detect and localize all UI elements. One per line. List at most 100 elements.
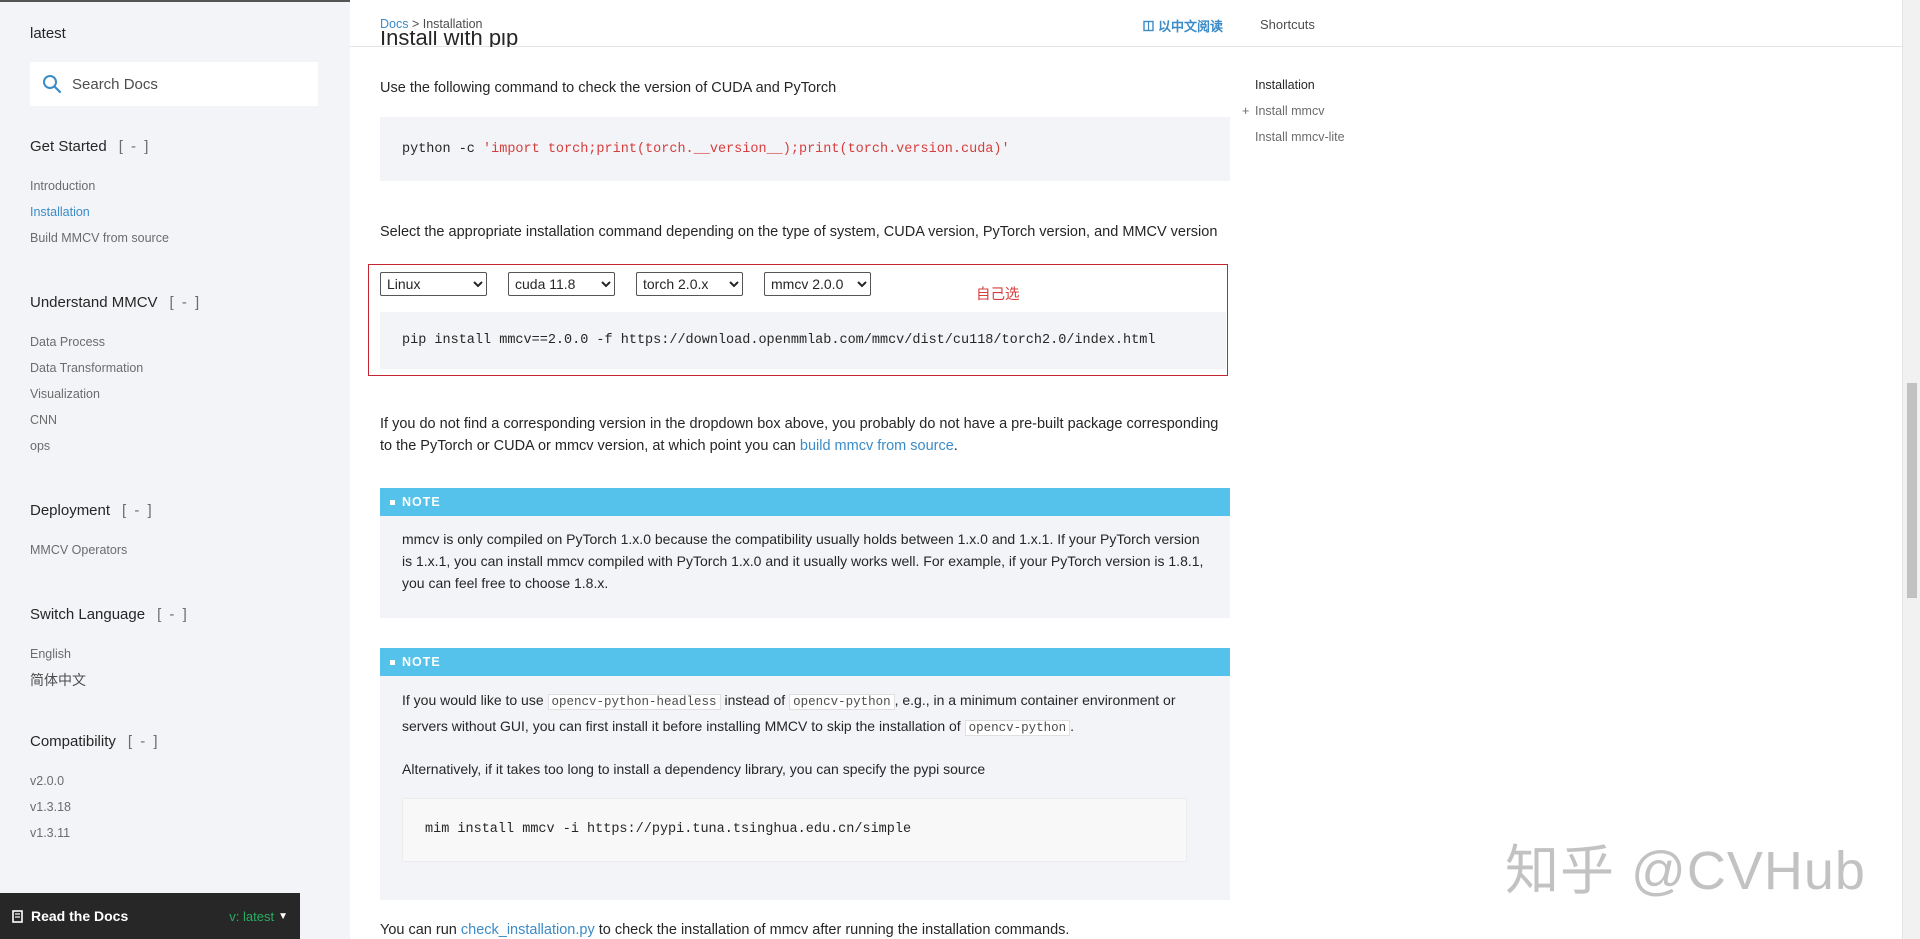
breadcrumb-docs-link[interactable]: Docs [380, 17, 408, 31]
breadcrumb-current: Installation [422, 17, 483, 31]
sidebar-item-visualization[interactable]: Visualization [30, 381, 201, 407]
sidebar-item-introduction[interactable]: Introduction [30, 173, 169, 199]
system-select[interactable]: Linux [380, 272, 487, 296]
build-from-source-link[interactable]: build mmcv from source [800, 438, 954, 454]
breadcrumb-separator: > [408, 17, 423, 31]
note-admonition-1: NOTE mmcv is only compiled on PyTorch 1.… [380, 488, 1230, 618]
text-run: instead of [720, 692, 790, 708]
torch-select[interactable]: torch 2.0.x [636, 272, 743, 296]
pip-install-code: pip install mmcv==2.0.0 -f https://downl… [380, 312, 1226, 369]
note-bullet-icon [390, 659, 395, 665]
page-scrollbar[interactable] [1902, 0, 1920, 939]
code-prefix: python -c [402, 141, 484, 157]
collapse-toggle[interactable]: [ - ] [170, 294, 202, 311]
sidebar-item-data-process[interactable]: Data Process [30, 329, 201, 355]
nav-heading-label: Deployment [30, 502, 111, 519]
read-in-chinese-label: 以中文阅读 [1158, 19, 1224, 34]
note-title: NOTE [402, 655, 441, 669]
check-installation-link[interactable]: check_installation.py [461, 922, 595, 938]
collapse-toggle[interactable]: [ - ] [119, 138, 151, 155]
nav-section-deployment: Deployment [ - ] MMCV Operators [30, 502, 154, 563]
book-icon [1143, 20, 1154, 31]
book-icon [12, 909, 23, 923]
sidebar-item-cnn[interactable]: CNN [30, 407, 201, 433]
note-bullet-icon [390, 499, 395, 505]
nav-heading: Understand MMCV [ - ] [30, 294, 201, 311]
run-text-end: to check the installation of mmcv after … [594, 922, 1070, 938]
sidebar-item-english[interactable]: English [30, 641, 189, 667]
scrollbar-thumb[interactable] [1907, 383, 1917, 598]
nav-heading: Get Started [ - ] [30, 138, 169, 155]
shortcuts-link[interactable]: Shortcuts [1260, 17, 1315, 32]
note-body: mmcv is only compiled on PyTorch 1.x.0 b… [402, 531, 1204, 591]
sidebar-item-installation[interactable]: Installation [30, 199, 169, 225]
read-in-chinese-link[interactable]: 以中文阅读 [1143, 16, 1223, 35]
nav-heading-label: Switch Language [30, 606, 146, 623]
note-admonition-2: NOTE If you would like to use opencv-pyt… [380, 648, 1230, 900]
collapse-toggle[interactable]: [ - ] [128, 733, 160, 750]
search-input[interactable] [72, 75, 302, 93]
expand-plus-icon[interactable]: + [1242, 98, 1249, 124]
caret-down-icon: ▼ [278, 910, 288, 922]
toc-item-label: Install mmcv [1255, 104, 1325, 118]
check-version-code: python -c 'import torch;print(torch.__ve… [380, 117, 1230, 181]
sidebar-item-v2-0-0[interactable]: v2.0.0 [30, 768, 160, 794]
note-title: NOTE [402, 495, 441, 509]
sidebar-item-chinese[interactable]: 简体中文 [30, 667, 189, 693]
nav-list: MMCV Operators [30, 537, 154, 563]
inline-code: opencv-python [789, 694, 895, 710]
read-the-docs-bar[interactable]: Read the Docs v: latest ▼ [0, 893, 300, 939]
nav-heading: Switch Language [ - ] [30, 606, 189, 623]
mmcv-select[interactable]: mmcv 2.0.0 [764, 272, 871, 296]
nav-heading: Compatibility [ - ] [30, 733, 160, 750]
nav-heading: Deployment [ - ] [30, 502, 154, 519]
nav-list: v2.0.0 v1.3.18 v1.3.11 [30, 768, 160, 846]
rtd-label: Read the Docs [31, 908, 129, 924]
note-paragraph-2: Alternatively, if it takes too long to i… [402, 761, 986, 777]
code-string: 'import torch;print(torch.__version__);p… [483, 141, 1010, 157]
inline-code: opencv-python-headless [547, 694, 721, 710]
nav-section-compatibility: Compatibility [ - ] v2.0.0 v1.3.18 v1.3.1… [30, 733, 160, 846]
toc-item-label: Install mmcv-lite [1255, 130, 1345, 144]
breadcrumb: Docs > Installation [380, 17, 483, 31]
table-of-contents: Installation + Install mmcv Install mmcv-… [1242, 72, 1345, 150]
sidebar-item-data-transformation[interactable]: Data Transformation [30, 355, 201, 381]
nav-heading-label: Get Started [30, 138, 107, 155]
toc-item-install-mmcv[interactable]: + Install mmcv [1242, 98, 1345, 124]
nav-list: Introduction Installation Build MMCV fro… [30, 173, 169, 251]
nav-section-understand-mmcv: Understand MMCV [ - ] Data Process Data T… [30, 294, 201, 459]
sidebar-item-ops[interactable]: ops [30, 433, 201, 459]
version-switcher[interactable]: v: latest ▼ [229, 909, 288, 924]
toc-title[interactable]: Installation [1255, 72, 1345, 98]
sidebar-item-v1-3-11[interactable]: v1.3.11 [30, 820, 160, 846]
nav-list: Data Process Data Transformation Visuali… [30, 329, 201, 459]
zhihu-watermark: 知乎 @CVHub [1505, 841, 1866, 901]
top-header: Docs > Installation 以中文阅读 Shortcuts [350, 0, 1902, 47]
run-check-text: You can run check_installation.py to che… [380, 919, 1230, 939]
sidebar: latest Get Started [ - ] Introduction Ins… [0, 0, 350, 939]
toc-item-install-mmcv-lite[interactable]: Install mmcv-lite [1255, 124, 1345, 150]
nav-heading-label: Understand MMCV [30, 294, 158, 311]
select-command-text: Select the appropriate installation comm… [380, 224, 1218, 240]
run-text-start: You can run [380, 922, 461, 938]
rtd-brand: Read the Docs [12, 908, 128, 924]
note-header: NOTE [380, 488, 1230, 516]
note-body: If you would like to use opencv-python-h… [380, 676, 1230, 862]
check-version-text: Use the following command to check the v… [380, 80, 837, 96]
nav-section-switch-language: Switch Language [ - ] English 简体中文 [30, 606, 189, 693]
search-box[interactable] [30, 62, 318, 106]
sidebar-item-build-from-source[interactable]: Build MMCV from source [30, 225, 169, 251]
section-heading: Install with pip [380, 31, 519, 47]
collapse-toggle[interactable]: [ - ] [122, 502, 154, 519]
cuda-select[interactable]: cuda 11.8 [508, 272, 615, 296]
note-paragraph-1: If you would like to use opencv-python-h… [402, 688, 1208, 740]
search-icon [43, 75, 62, 94]
version-label: latest [30, 25, 66, 42]
sidebar-item-v1-3-18[interactable]: v1.3.18 [30, 794, 160, 820]
not-found-text: If you do not find a corresponding versi… [380, 413, 1230, 457]
inline-code: opencv-python [964, 720, 1071, 736]
sidebar-item-mmcv-operators[interactable]: MMCV Operators [30, 537, 154, 563]
annotation-text: 自己选 [976, 287, 1020, 303]
collapse-toggle[interactable]: [ - ] [157, 606, 189, 623]
text-run: . [1070, 718, 1074, 734]
